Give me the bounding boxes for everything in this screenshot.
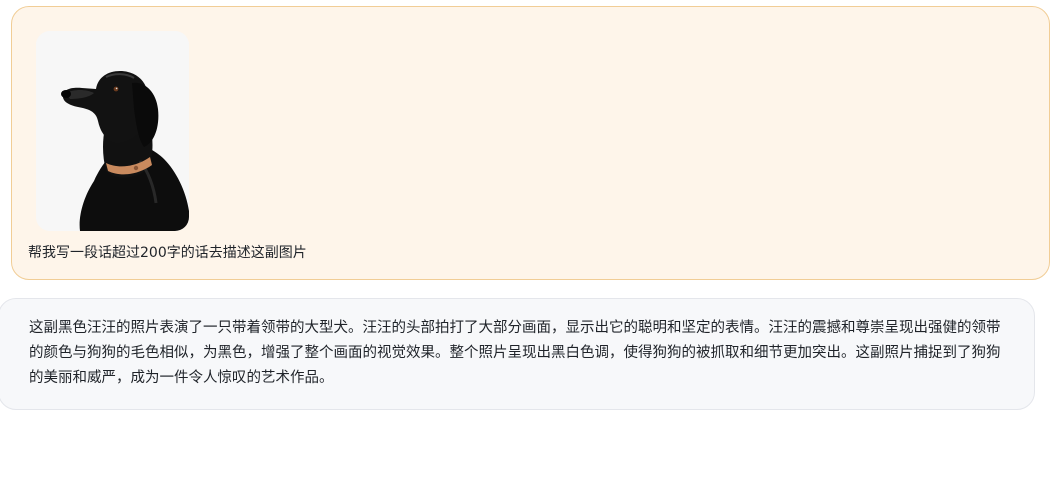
dog-photo-image [36,31,189,231]
user-message-bubble: 帮我写一段话超过200字的话去描述这副图片 [11,6,1050,280]
assistant-message-bubble: 这副黑色汪汪的照片表演了一只带着领带的大型犬。汪汪的头部拍打了大部分画面，显示出… [0,298,1035,410]
attached-image-dog[interactable] [36,31,189,231]
user-prompt-text: 帮我写一段话超过200字的话去描述这副图片 [28,245,307,261]
assistant-response-text: 这副黑色汪汪的照片表演了一只带着领带的大型犬。汪汪的头部拍打了大部分画面，显示出… [29,320,1001,386]
